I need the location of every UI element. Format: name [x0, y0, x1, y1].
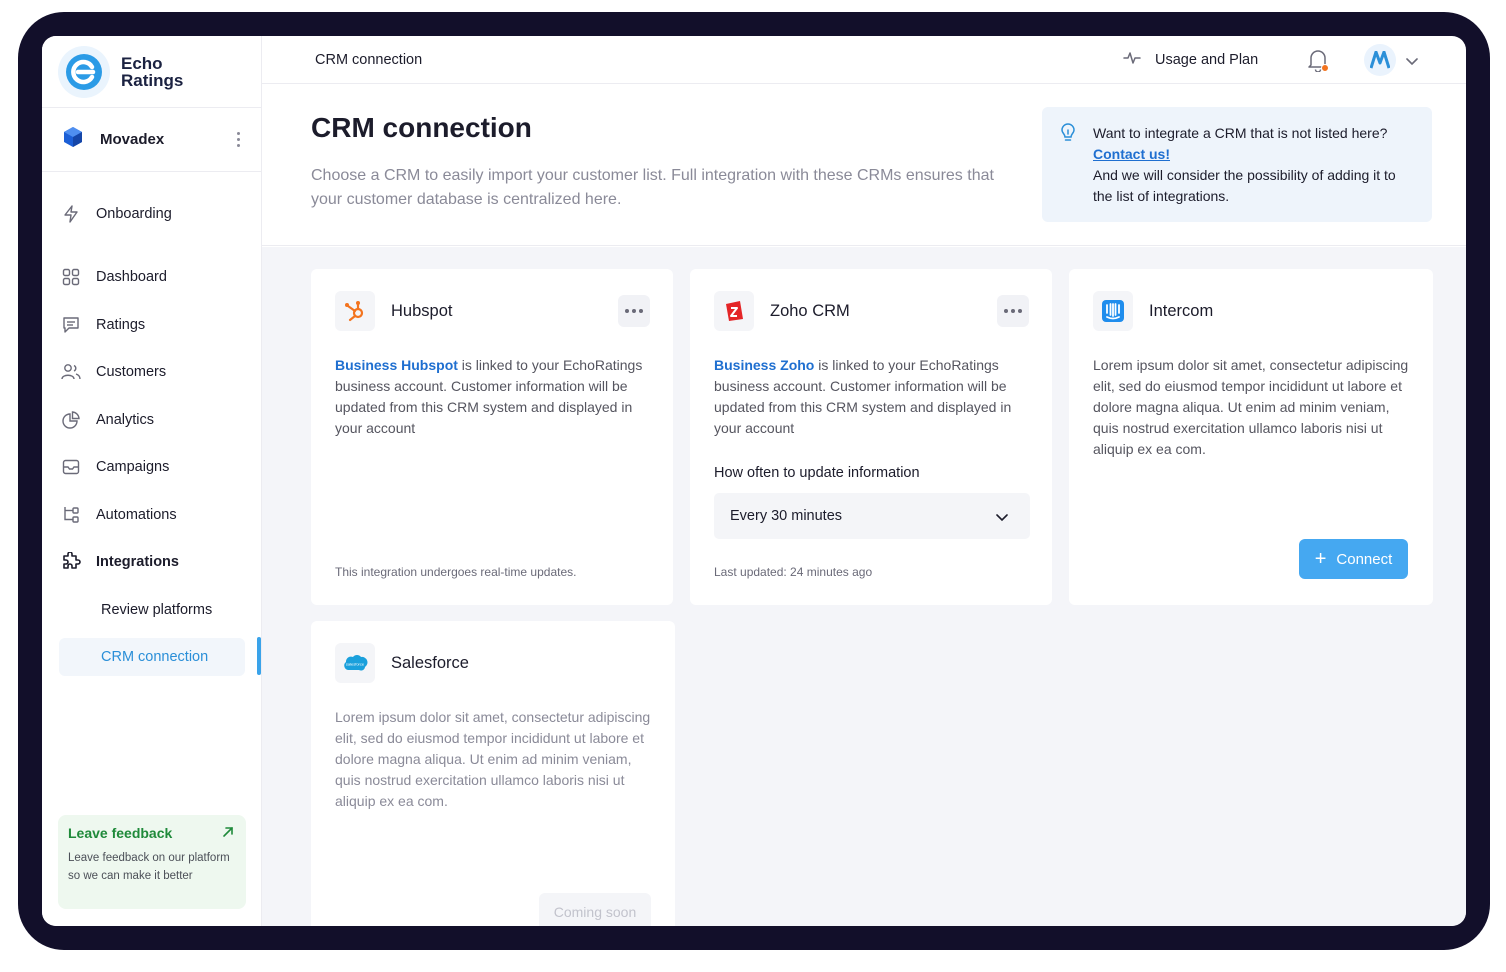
update-frequency-value: Every 30 minutes — [730, 508, 843, 524]
feedback-card[interactable]: Leave feedback Leave feedback on our pla… — [58, 815, 246, 909]
mail-icon — [60, 456, 82, 478]
lightbulb-icon — [1060, 123, 1076, 149]
connect-button-label: Connect — [1336, 550, 1393, 568]
sidebar-item-label: Dashboard — [96, 269, 167, 285]
card-description: Business Hubspot is linked to your EchoR… — [335, 355, 653, 439]
sidebar-subitem-review-platforms[interactable]: Review platforms — [59, 591, 245, 629]
sidebar-item-customers[interactable]: Customers — [60, 352, 246, 392]
arrow-up-right-icon[interactable] — [222, 825, 234, 843]
cube-icon — [62, 126, 84, 153]
puzzle-icon — [60, 551, 82, 573]
last-updated-note: Last updated: 24 minutes ago — [714, 565, 873, 579]
usage-label: Usage and Plan — [1155, 52, 1259, 68]
card-description: Business Zoho is linked to your EchoRati… — [714, 355, 1032, 439]
card-title: Zoho CRM — [770, 301, 850, 320]
app-logo[interactable]: Echo Ratings — [42, 36, 261, 108]
feedback-text: Leave feedback on our platform so we can… — [68, 852, 230, 882]
sidebar-item-dashboard[interactable]: Dashboard — [60, 257, 246, 297]
sidebar-item-label: Analytics — [96, 412, 155, 428]
grid-icon — [60, 266, 82, 288]
connect-button[interactable]: + Connect — [1299, 539, 1408, 579]
flow-icon — [60, 504, 82, 526]
sidebar-item-label: Customers — [96, 364, 167, 380]
users-icon — [60, 361, 82, 383]
notification-dot — [1321, 64, 1329, 72]
business-hubspot-link[interactable]: Business Hubspot — [335, 357, 458, 373]
message-icon — [60, 314, 82, 336]
active-indicator — [257, 637, 261, 675]
activity-icon — [1123, 50, 1141, 70]
contact-us-link[interactable]: Contact us! — [1093, 146, 1170, 162]
card-footer-note: This integration undergoes real-time upd… — [335, 565, 577, 579]
sidebar-subitem-crm-connection[interactable]: CRM connection — [59, 638, 245, 676]
card-title: Salesforce — [391, 653, 469, 672]
business-zoho-link[interactable]: Business Zoho — [714, 357, 814, 373]
workspace-name: Movadex — [100, 131, 165, 148]
card-description: Lorem ipsum dolor sit amet, consectetur … — [335, 709, 651, 809]
sidebar-item-label: Onboarding — [96, 206, 172, 222]
info-text-line-1: Want to integrate a CRM that is not list… — [1093, 125, 1388, 141]
update-frequency-label: How often to update information — [714, 465, 920, 481]
breadcrumb: CRM connection — [315, 52, 423, 68]
sidebar-subitem-label: Review platforms — [101, 602, 213, 618]
hubspot-logo-icon — [335, 291, 375, 331]
pie-chart-icon — [60, 409, 82, 431]
brand-line-2: Ratings — [121, 70, 184, 90]
page-description: Choose a CRM to easily import your custo… — [311, 167, 994, 208]
page-header: CRM connection Choose a CRM to easily im… — [262, 84, 1466, 246]
more-vertical-icon[interactable] — [237, 132, 241, 150]
more-horizontal-icon[interactable] — [618, 295, 650, 327]
intercom-logo-icon — [1093, 291, 1133, 331]
workspace-switcher[interactable]: Movadex — [42, 108, 261, 172]
sidebar-item-onboarding[interactable]: Onboarding — [60, 194, 246, 234]
echo-logo-icon — [58, 45, 110, 98]
card-title: Hubspot — [391, 301, 453, 320]
intercom-card: Intercom Lorem ipsum dolor sit amet, con… — [1069, 269, 1433, 605]
usage-and-plan-link[interactable]: Usage and Plan — [1123, 48, 1258, 72]
info-text-line-2: And we will consider the possibility of … — [1093, 167, 1396, 204]
coming-soon-button: Coming soon — [539, 893, 651, 926]
card-description: Lorem ipsum dolor sit amet, consectetur … — [1093, 357, 1409, 457]
sidebar: Echo Ratings Movadex Onboarding Dashboar… — [42, 36, 262, 926]
salesforce-card: salesforce Salesforce Lorem ipsum dolor … — [311, 621, 675, 926]
sidebar-item-automations[interactable]: Automations — [60, 495, 246, 535]
zoho-card: Zoho CRM Business Zoho is linked to your… — [690, 269, 1052, 605]
sidebar-subitem-label: CRM connection — [101, 649, 209, 665]
integrations-content: Hubspot Business Hubspot is linked to yo… — [262, 247, 1466, 926]
chevron-down-icon — [996, 510, 1008, 526]
sidebar-item-analytics[interactable]: Analytics — [60, 400, 246, 440]
sidebar-item-label: Automations — [96, 507, 177, 523]
app-window: Echo Ratings Movadex Onboarding Dashboar… — [42, 36, 1466, 926]
svg-text:salesforce: salesforce — [346, 662, 365, 667]
top-bar: CRM connection Usage and Plan — [262, 36, 1466, 84]
plus-icon: + — [1314, 548, 1327, 570]
bolt-icon — [60, 203, 82, 225]
salesforce-logo-icon: salesforce — [335, 643, 375, 683]
page-title: CRM connection — [311, 112, 532, 143]
sidebar-item-ratings[interactable]: Ratings — [60, 305, 246, 345]
card-title: Intercom — [1149, 301, 1214, 320]
hubspot-card: Hubspot Business Hubspot is linked to yo… — [311, 269, 673, 605]
chevron-down-icon[interactable] — [1406, 53, 1418, 71]
update-frequency-select[interactable]: Every 30 minutes — [714, 493, 1030, 539]
sidebar-item-label: Ratings — [96, 317, 146, 333]
brand-name: Echo Ratings — [121, 55, 183, 89]
more-horizontal-icon[interactable] — [997, 295, 1029, 327]
sidebar-item-label: Integrations — [96, 554, 179, 570]
sidebar-item-label: Campaigns — [96, 459, 170, 475]
sidebar-item-campaigns[interactable]: Campaigns — [60, 447, 246, 487]
brand-line-1: Echo — [121, 53, 163, 73]
bell-icon[interactable] — [1307, 48, 1329, 77]
zoho-logo-icon — [714, 291, 754, 331]
feedback-title: Leave feedback — [68, 825, 173, 841]
info-banner: Want to integrate a CRM that is not list… — [1042, 107, 1432, 222]
sidebar-item-integrations[interactable]: Integrations — [60, 542, 246, 582]
avatar[interactable] — [1364, 44, 1396, 76]
